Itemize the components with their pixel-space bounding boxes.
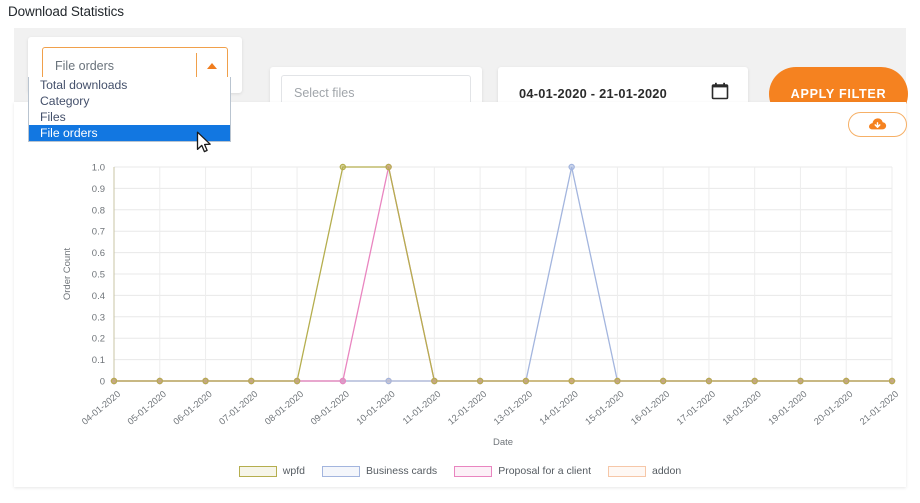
date-range-value: 04-01-2020 - 21-01-2020 [498,86,711,101]
legend-label: Business cards [366,465,437,477]
caret-up-icon[interactable] [197,63,227,69]
y-axis-tick-label: 0.2 [92,334,105,345]
data-point[interactable] [340,378,345,383]
x-axis-tick-label: 05-01-2020 [126,389,168,427]
x-axis-tick-label: 16-01-2020 [629,389,671,427]
legend-label: wpfd [283,465,305,477]
x-axis-tick-label: 10-01-2020 [354,389,396,427]
data-point[interactable] [569,378,574,383]
data-point[interactable] [523,378,528,383]
data-point[interactable] [706,378,711,383]
x-axis-title: Date [493,437,513,448]
data-point[interactable] [294,378,299,383]
y-axis-tick-label: 0.6 [92,248,105,259]
x-axis-tick-label: 14-01-2020 [538,389,580,427]
legend-item[interactable]: wpfd [239,465,305,477]
x-axis-tick-label: 08-01-2020 [263,389,305,427]
x-axis-tick-label: 07-01-2020 [217,389,259,427]
y-axis-tick-label: 0.4 [92,291,105,302]
data-point[interactable] [249,378,254,383]
x-axis-tick-label: 19-01-2020 [766,389,808,427]
x-axis-tick-label: 11-01-2020 [401,389,443,426]
dropdown-option[interactable]: Files [29,109,230,125]
y-axis-tick-label: 0.1 [92,355,105,366]
data-point[interactable] [798,378,803,383]
data-point[interactable] [661,378,666,383]
y-axis-tick-label: 0.8 [92,205,105,216]
dropdown-option[interactable]: Total downloads [29,77,230,93]
x-axis-tick-label: 12-01-2020 [446,389,488,427]
data-point[interactable] [889,378,894,383]
legend-swatch [608,466,646,477]
report-type-select-value: File orders [43,59,196,73]
data-point[interactable] [386,164,391,169]
data-point[interactable] [340,164,345,169]
legend-item[interactable]: Proposal for a client [454,465,591,477]
x-axis-tick-label: 13-01-2020 [492,389,534,427]
cloud-download-icon[interactable] [848,112,907,137]
data-point[interactable] [615,378,620,383]
legend-label: addon [652,465,681,477]
page-title: Download Statistics [8,4,124,19]
y-axis-tick-label: 1.0 [92,163,105,174]
data-point[interactable] [569,164,574,169]
y-axis-title: Order Count [62,248,73,301]
order-count-line-chart: 0 0.1 0.2 0.3 0.4 0.5 0.6 0.7 0.8 0.9 1.0 Order Cou… [14,138,906,487]
select-files-placeholder: Select files [282,86,354,100]
y-axis-tick-label: 0.9 [92,184,105,195]
data-point[interactable] [844,378,849,383]
legend-item[interactable]: addon [608,465,681,477]
y-axis-tick-label: 0.5 [92,270,105,281]
x-axis-tick-label: 21-01-2020 [858,389,900,427]
download-statistics-page: Download Statistics File orders Select f… [0,0,920,503]
x-axis-tick-label: 04-01-2020 [80,389,122,427]
data-point[interactable] [203,378,208,383]
data-point[interactable] [432,378,437,383]
data-point[interactable] [752,378,757,383]
chart-canvas: 0 0.1 0.2 0.3 0.4 0.5 0.6 0.7 0.8 0.9 1.0 Order Cou… [14,138,906,448]
report-type-dropdown-list[interactable]: Total downloadsCategoryFilesFile orders [28,77,231,142]
dropdown-option[interactable]: Category [29,93,230,109]
legend-label: Proposal for a client [498,465,591,477]
dropdown-option[interactable]: File orders [29,125,230,141]
data-point[interactable] [157,378,162,383]
data-point[interactable] [386,378,391,383]
legend-swatch [454,466,492,477]
data-point[interactable] [111,378,116,383]
x-axis-tick-label: 09-01-2020 [309,389,351,427]
x-axis-tick-label: 18-01-2020 [721,389,763,427]
x-axis-tick-label: 17-01-2020 [675,389,717,427]
x-axis-tick-label: 20-01-2020 [812,389,854,427]
x-axis-tick-label: 06-01-2020 [171,389,213,427]
chart-legend: wpfd Business cards Proposal for a client a… [14,465,906,477]
y-axis-tick-label: 0.3 [92,312,105,323]
legend-swatch [322,466,360,477]
data-point[interactable] [478,378,483,383]
y-axis-tick-label: 0 [100,377,105,388]
chart-panel: 0 0.1 0.2 0.3 0.4 0.5 0.6 0.7 0.8 0.9 1.0 Order Cou… [14,102,906,487]
legend-item[interactable]: Business cards [322,465,437,477]
legend-swatch [239,466,277,477]
x-axis-tick-label: 15-01-2020 [583,389,625,427]
y-axis-tick-label: 0.7 [92,227,105,238]
